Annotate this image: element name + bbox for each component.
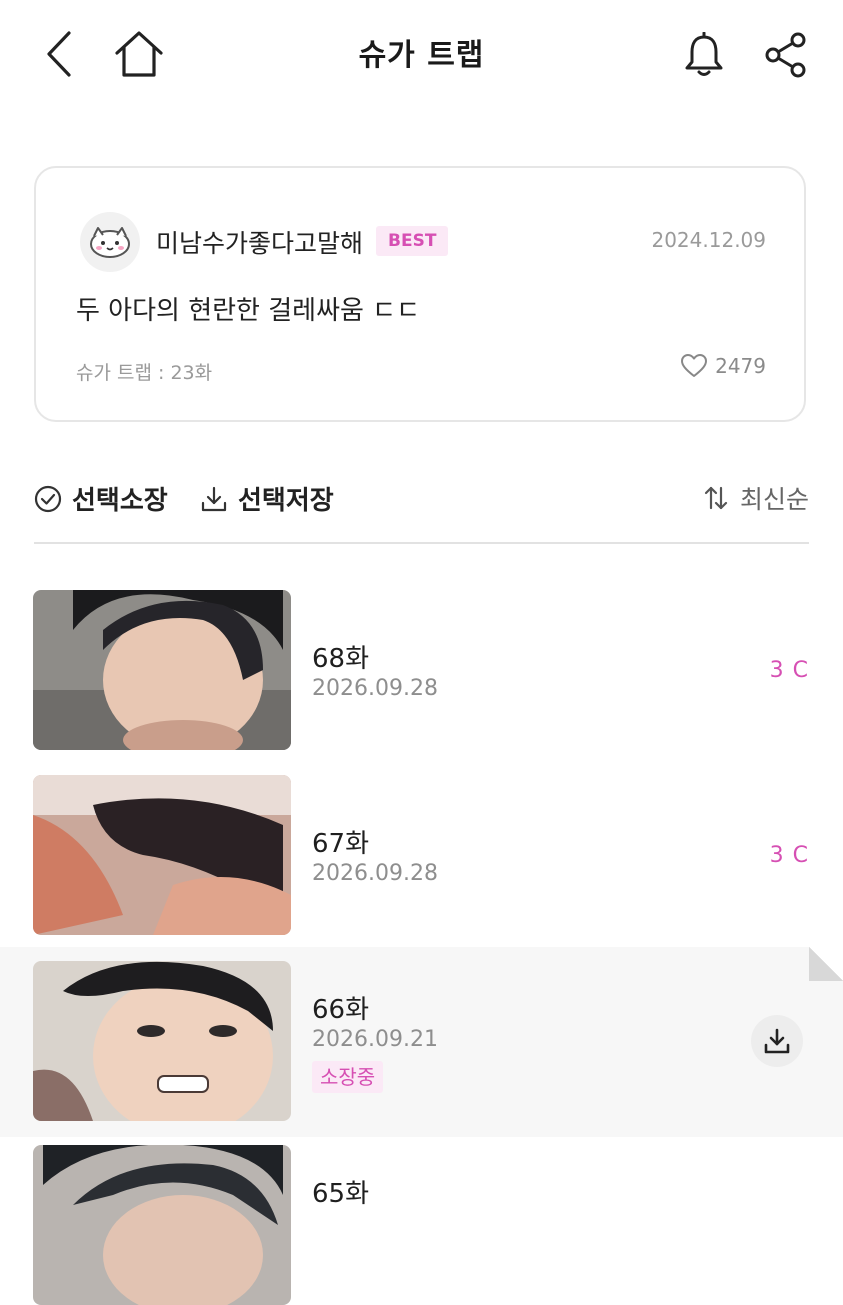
comment-episode-ref[interactable]: 슈가 트랩 : 23화 bbox=[76, 358, 212, 385]
episode-title: 67화 bbox=[312, 829, 370, 859]
heart-icon bbox=[681, 354, 708, 377]
episode-toolbar: 선택소장 선택저장 최신순 bbox=[34, 480, 809, 530]
mascot-avatar-icon bbox=[90, 227, 130, 258]
comment-date: 2024.12.09 bbox=[651, 228, 766, 252]
episode-price: 3 C bbox=[769, 843, 809, 868]
like-count: 2479 bbox=[715, 354, 766, 378]
check-circle-icon bbox=[34, 485, 62, 512]
notification-button[interactable] bbox=[676, 26, 732, 84]
bell-icon bbox=[685, 32, 723, 76]
episode-row[interactable]: 67화 2026.09.28 3 C bbox=[0, 757, 843, 947]
share-icon bbox=[765, 32, 806, 78]
download-icon bbox=[764, 1028, 790, 1054]
episode-date: 2026.09.21 bbox=[312, 1027, 438, 1052]
episode-date: 2026.09.28 bbox=[312, 676, 438, 701]
download-button[interactable] bbox=[751, 1015, 803, 1067]
sort-icon bbox=[704, 486, 728, 510]
sort-button[interactable]: 최신순 bbox=[702, 480, 809, 516]
episode-date: 2026.09.28 bbox=[312, 861, 438, 886]
share-button[interactable] bbox=[756, 26, 816, 84]
episode-title: 66화 bbox=[312, 995, 370, 1025]
select-own-label: 선택소장 bbox=[72, 486, 168, 516]
episode-row[interactable]: 66화 2026.09.21 소장중 bbox=[0, 947, 843, 1137]
episode-thumbnail bbox=[33, 775, 291, 935]
episode-thumbnail bbox=[33, 961, 291, 1121]
episode-row[interactable]: 68화 2026.09.28 3 C bbox=[0, 572, 843, 757]
divider bbox=[34, 542, 809, 544]
episode-thumbnail bbox=[33, 590, 291, 750]
select-own-button[interactable]: 선택소장 bbox=[34, 480, 168, 517]
avatar bbox=[80, 212, 140, 272]
download-icon bbox=[201, 486, 227, 511]
select-save-button[interactable]: 선택저장 bbox=[200, 480, 334, 517]
like-button[interactable]: 2479 bbox=[681, 354, 766, 378]
comment-text: 두 아다의 현란한 걸레싸움 ㄷㄷ bbox=[76, 296, 421, 326]
select-save-label: 선택저장 bbox=[238, 486, 334, 516]
episode-price: 3 C bbox=[769, 658, 809, 683]
top-app-bar: 슈가 트랩 bbox=[0, 0, 843, 110]
comment-username[interactable]: 미남수가좋다고말해 bbox=[156, 224, 363, 260]
sort-label: 최신순 bbox=[739, 485, 809, 514]
owned-badge: 소장중 bbox=[312, 1061, 384, 1093]
episode-row[interactable]: 65화 bbox=[0, 1137, 843, 1305]
episode-title: 68화 bbox=[312, 644, 370, 674]
page-fold bbox=[809, 947, 843, 981]
best-comment-card[interactable]: 미남수가좋다고말해 BEST 2024.12.09 두 아다의 현란한 걸레싸움… bbox=[34, 166, 806, 422]
best-badge: BEST bbox=[376, 226, 449, 256]
episode-thumbnail bbox=[33, 1145, 291, 1305]
episode-title: 65화 bbox=[312, 1179, 370, 1209]
